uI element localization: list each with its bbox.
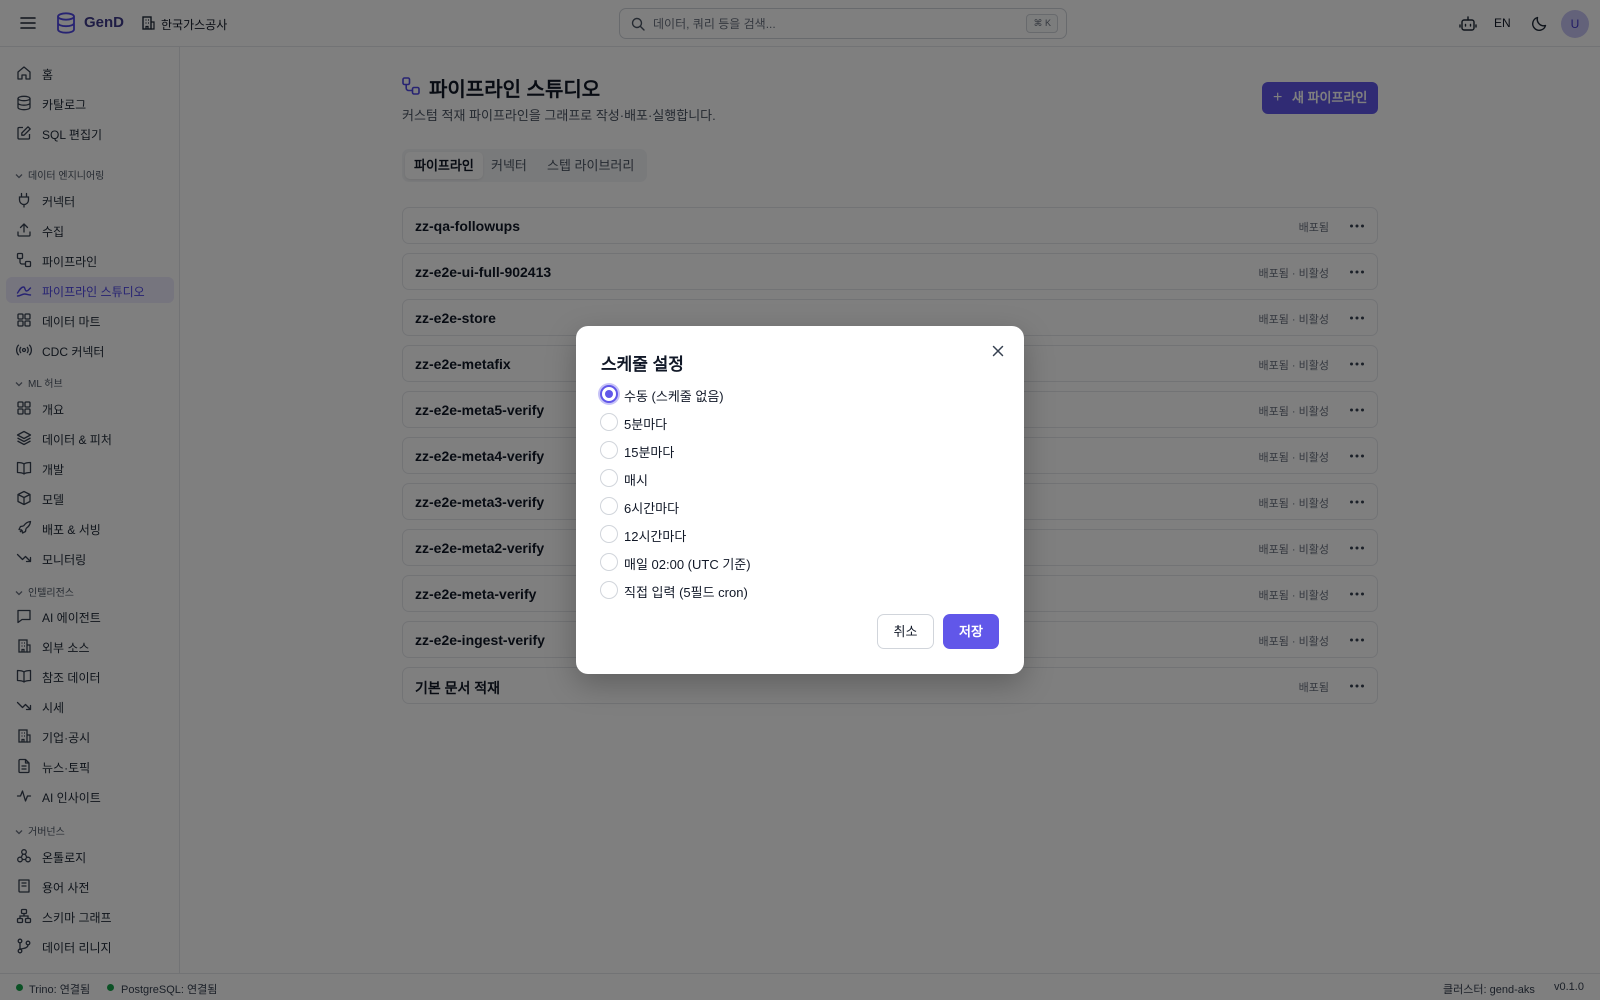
schedule-option[interactable]: 15분마다 bbox=[600, 440, 920, 460]
schedule-option-label: 6시간마다 bbox=[624, 501, 680, 516]
schedule-option[interactable]: 5분마다 bbox=[600, 412, 920, 432]
schedule-option-label: 매시 bbox=[624, 473, 648, 488]
schedule-option[interactable]: 직접 입력 (5필드 cron) bbox=[600, 580, 920, 600]
schedule-dialog: 스케줄 설정 수동 (스케줄 없음) 5분마다 15분마다매시 6시간마다 12시간마다… bbox=[576, 326, 1024, 674]
schedule-option[interactable]: 6시간마다 bbox=[600, 496, 920, 516]
schedule-option[interactable]: 수동 (스케줄 없음) bbox=[600, 384, 920, 404]
radio-button[interactable] bbox=[600, 413, 618, 431]
schedule-option[interactable]: 매시 bbox=[600, 468, 920, 488]
schedule-option-label: 수동 (스케줄 없음) bbox=[624, 389, 724, 404]
radio-button[interactable] bbox=[600, 553, 618, 571]
schedule-option[interactable]: 12시간마다 bbox=[600, 524, 920, 544]
cancel-button[interactable]: 취소 bbox=[877, 614, 934, 649]
save-button[interactable]: 저장 bbox=[943, 614, 999, 649]
radio-button[interactable] bbox=[600, 497, 618, 515]
schedule-option[interactable]: 매일 02:00 (UTC 기준) bbox=[600, 552, 920, 572]
schedule-option-label: 12시간마다 bbox=[624, 529, 687, 544]
radio-button[interactable] bbox=[600, 441, 618, 459]
radio-button[interactable] bbox=[600, 385, 618, 403]
dialog-title: 스케줄 설정 bbox=[601, 355, 684, 374]
close-icon[interactable] bbox=[990, 343, 1006, 359]
radio-button[interactable] bbox=[600, 525, 618, 543]
schedule-option-label: 매일 02:00 (UTC 기준) bbox=[624, 557, 751, 572]
schedule-option-label: 5분마다 bbox=[624, 417, 668, 432]
radio-button[interactable] bbox=[600, 469, 618, 487]
schedule-option-label: 15분마다 bbox=[624, 445, 675, 460]
radio-button[interactable] bbox=[600, 581, 618, 599]
schedule-option-label: 직접 입력 (5필드 cron) bbox=[624, 585, 748, 600]
